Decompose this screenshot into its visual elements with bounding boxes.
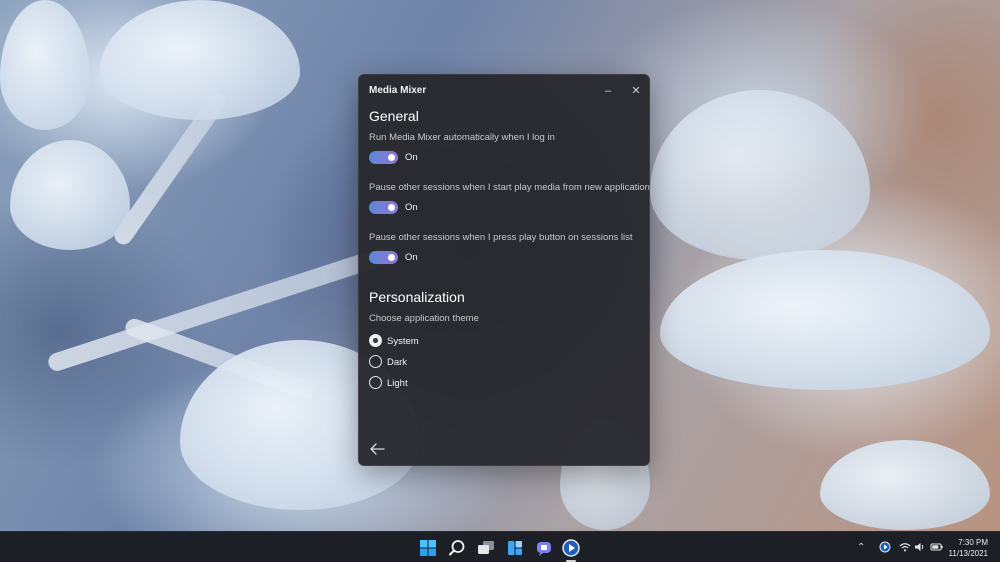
clock-date: 11/13/2021 (948, 549, 988, 558)
back-arrow-icon[interactable] (368, 441, 386, 457)
volume-icon[interactable] (914, 541, 926, 553)
battery-icon[interactable] (930, 541, 944, 553)
system-clock[interactable]: 7:30 PM 11/13/2021 (949, 537, 988, 559)
teams-chat-icon[interactable] (534, 538, 554, 558)
wallpaper-leaf (660, 250, 990, 390)
theme-option-label[interactable]: Light (387, 378, 408, 389)
search-icon[interactable] (447, 538, 467, 558)
title-bar[interactable]: Media Mixer – ✕ (359, 75, 649, 107)
theme-option-label[interactable]: System (387, 336, 419, 347)
clock-time: 7:30 PM (958, 538, 988, 547)
wallpaper-leaf (100, 0, 300, 120)
media-mixer-tray-icon[interactable] (879, 541, 891, 553)
general-heading: General (369, 108, 419, 124)
close-button[interactable]: ✕ (625, 81, 647, 101)
wallpaper-leaf (650, 90, 870, 260)
autostart-toggle[interactable] (369, 151, 398, 164)
wallpaper-leaf (820, 440, 990, 530)
wallpaper-leaf (0, 0, 90, 130)
setting-label-autostart: Run Media Mixer automatically when I log… (369, 132, 555, 143)
toggle-knob (388, 154, 395, 161)
pause-new-app-toggle[interactable] (369, 201, 398, 214)
task-view-icon[interactable] (476, 538, 496, 558)
app-title: Media Mixer (369, 85, 427, 96)
wallpaper-leaf (10, 140, 130, 250)
toggle-knob (388, 254, 395, 261)
theme-radio-dark[interactable] (369, 355, 382, 368)
taskbar: ⌃ 7:30 PM 11/13/2021 (0, 531, 1000, 562)
windows-start-icon[interactable] (418, 538, 438, 558)
wifi-icon[interactable] (899, 541, 911, 553)
toggle-state-label: On (405, 152, 418, 163)
setting-label-pause-play-button: Pause other sessions when I press play b… (369, 232, 633, 243)
toggle-state-label: On (405, 202, 418, 213)
widgets-icon[interactable] (505, 538, 525, 558)
pause-play-button-toggle[interactable] (369, 251, 398, 264)
chevron-up-icon[interactable]: ⌃ (857, 542, 865, 554)
personalization-heading: Personalization (369, 289, 465, 305)
theme-option-label[interactable]: Dark (387, 357, 407, 368)
toggle-knob (388, 204, 395, 211)
theme-radio-light[interactable] (369, 376, 382, 389)
media-mixer-icon[interactable] (561, 538, 581, 558)
setting-label-pause-new-app: Pause other sessions when I start play m… (369, 182, 650, 193)
toggle-state-label: On (405, 252, 418, 263)
theme-label: Choose application theme (369, 313, 479, 324)
minimize-button[interactable]: – (597, 81, 619, 101)
media-mixer-window: Media Mixer – ✕ General Run Media Mixer … (358, 74, 650, 466)
theme-radio-system[interactable] (369, 334, 382, 347)
